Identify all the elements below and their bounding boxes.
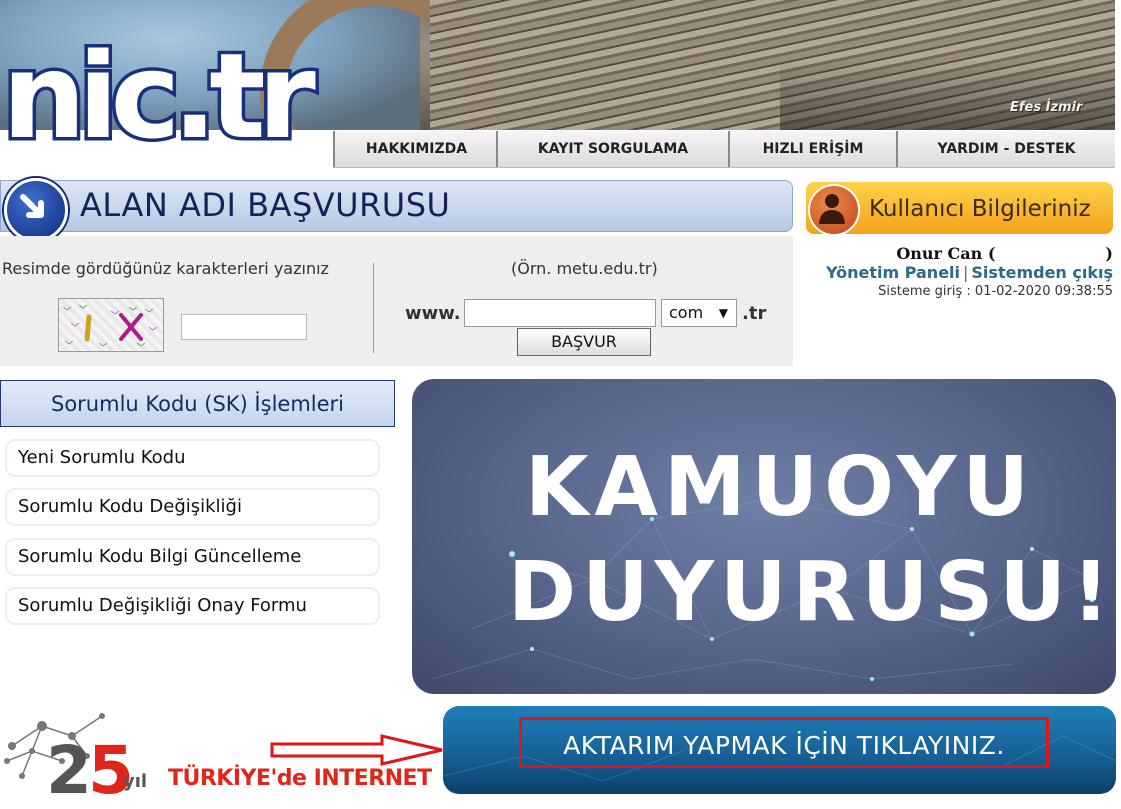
nictr-logo[interactable]: nic.tr (0, 33, 319, 160)
user-name-close: ) (1105, 244, 1113, 263)
link-separator: | (963, 263, 969, 282)
domain-example-text: (Örn. metu.edu.tr) (511, 259, 658, 278)
nav-yardim-destek[interactable]: YARDIM - DESTEK (896, 131, 1115, 167)
transfer-banner-text[interactable]: AKTARIM YAPMAK İÇİN TIKLAYINIZ. (521, 731, 1047, 760)
panel-divider (373, 263, 374, 353)
www-prefix: www. (405, 303, 461, 324)
login-timestamp: Sisteme giriş : 01-02-2020 09:38:55 (878, 284, 1113, 299)
tld-suffix: .tr (742, 303, 767, 324)
user-name: Onur Can () (870, 244, 1113, 263)
anniversary-number: 25 (46, 732, 134, 809)
user-name-text: Onur Can ( (896, 244, 996, 263)
domain-input[interactable] (464, 299, 656, 327)
announcement-line-1: KAMUOYU (525, 440, 1035, 535)
main-nav: HAKKIMIZDA KAYIT SORGULAMA HIZLI ERİŞİM … (333, 131, 1115, 168)
captcha-input[interactable] (181, 314, 307, 340)
user-info-title: Kullanıcı Bilgileriniz (869, 196, 1091, 222)
user-links: Yönetim Paneli | Sistemden çıkış (800, 263, 1113, 282)
banner-caption: Efes İzmir (1010, 100, 1083, 115)
management-panel-link[interactable]: Yönetim Paneli (826, 263, 960, 282)
turkiye-internet-label: TÜRKİYE'de INTERNET (168, 766, 432, 791)
sk-item-new[interactable]: Yeni Sorumlu Kodu (5, 439, 380, 477)
sk-item-change[interactable]: Sorumlu Kodu Değişikliği (5, 488, 380, 526)
announcement-line-2: DUYURUSU! (508, 545, 1116, 640)
announcement-banner[interactable] (412, 379, 1116, 694)
user-avatar-icon (808, 184, 860, 236)
logout-link[interactable]: Sistemden çıkış (971, 263, 1113, 282)
nav-hizli-erisim[interactable]: HIZLI ERİŞİM (728, 131, 896, 167)
sk-menu-title: Sorumlu Kodu (SK) İşlemleri (50, 392, 344, 416)
nav-kayit-sorgulama[interactable]: KAYIT SORGULAMA (496, 131, 728, 167)
captcha-image (58, 298, 164, 352)
chevron-down-icon: ▼ (718, 306, 728, 320)
arrow-down-right-icon (4, 178, 68, 242)
tld-selected-value: com (669, 303, 704, 322)
red-arrow-icon (270, 734, 443, 766)
banner-shade (780, 60, 1115, 130)
yil-label: yıl (123, 771, 148, 792)
captcha-label: Resimde gördüğünüz karakterleri yazınız (2, 259, 329, 278)
nav-hakkimizda[interactable]: HAKKIMIZDA (333, 131, 498, 167)
sk-item-update[interactable]: Sorumlu Kodu Bilgi Güncelleme (5, 538, 380, 576)
apply-button[interactable]: BAŞVUR (517, 328, 651, 356)
domain-application-title: ALAN ADI BAŞVURUSU (80, 186, 451, 224)
digit-2: 2 (46, 732, 92, 809)
tld-select[interactable]: com ▼ (661, 299, 737, 327)
sk-item-approval-form[interactable]: Sorumlu Değişikliği Onay Formu (5, 587, 380, 625)
